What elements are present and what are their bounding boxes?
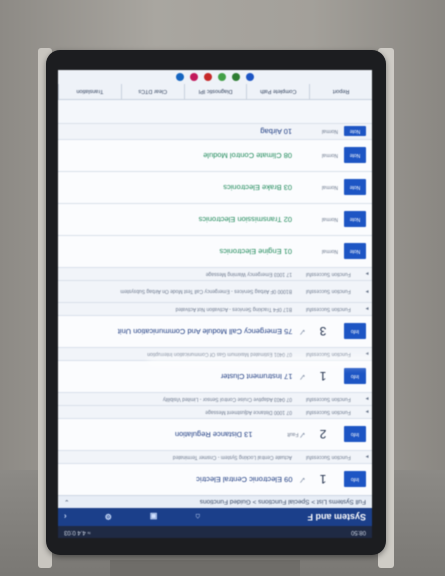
- info-button[interactable]: Info: [344, 471, 366, 488]
- system-name: 10 Airbag: [260, 127, 292, 136]
- expand-icon[interactable]: ▸: [362, 288, 372, 295]
- bottom-tabs: Report Complete Path Diagnostic IPI Clea…: [58, 83, 372, 100]
- fault-status: Function Successful: [306, 288, 351, 295]
- breadcrumb: Full Systems List > Special Functions > …: [58, 495, 372, 508]
- info-button[interactable]: Info: [344, 368, 366, 385]
- blue-app-icon[interactable]: [246, 73, 254, 81]
- fault-text: 07 0403 Adaptive Cruise Control Sensor -…: [162, 396, 292, 402]
- expand-icon[interactable]: ▸: [362, 454, 372, 461]
- fault-status: Function Successful: [306, 306, 351, 312]
- note-button[interactable]: Note: [344, 211, 366, 228]
- info-button[interactable]: Info: [344, 323, 366, 340]
- fault-text: B17 0F4 Tracking Services - Activation N…: [175, 306, 292, 312]
- fault-text: B1000 0F Airbag Services - Emergency Cal…: [120, 288, 292, 295]
- fault-row[interactable]: ▸ Function Successful B1000 0F Airbag Se…: [58, 280, 372, 302]
- system-name: 03 Brake Electronics: [223, 183, 292, 192]
- system-name: 13 Distance Regulation: [174, 430, 253, 439]
- system-list: Info 1 ✓ 09 Electronic Central Electric …: [58, 123, 372, 495]
- expand-icon[interactable]: ▸: [362, 409, 372, 416]
- app-title: System and F: [307, 512, 366, 522]
- system-status: Normal: [321, 216, 338, 223]
- note-button[interactable]: Note: [344, 243, 366, 260]
- fault-status: Function Successful: [306, 396, 351, 402]
- fault-level: 3: [319, 324, 327, 339]
- system-status: Normal: [321, 248, 338, 255]
- system-status: Normal: [321, 152, 338, 159]
- system-name: 08 Climate Control Module: [203, 151, 292, 160]
- fault-status: Function Successful: [306, 409, 351, 415]
- expand-icon[interactable]: ▸: [362, 271, 372, 278]
- back-icon[interactable]: ‹: [64, 513, 67, 522]
- fault-status: Function Successful: [306, 454, 351, 460]
- fault-row[interactable]: ▸ Function Successful 07 0403 Adaptive C…: [58, 392, 372, 405]
- fault-text: Actuate Central Locking System - Cnsmer …: [172, 454, 292, 460]
- pink-app-icon[interactable]: [190, 73, 198, 81]
- nav-icons: ⌂ ▣ ⚙ ‹: [64, 513, 200, 522]
- tab-complete-path[interactable]: Complete Path: [246, 83, 310, 99]
- note-button[interactable]: Note: [344, 179, 366, 196]
- system-status: Normal: [321, 128, 338, 135]
- system-status: Normal: [321, 184, 338, 191]
- info-button[interactable]: Info: [344, 426, 366, 443]
- fault-extra: Fault: [287, 431, 299, 438]
- gear-icon[interactable]: ⚙: [105, 513, 112, 522]
- system-row[interactable]: Info 1 ✓ 09 Electronic Central Electric: [58, 463, 372, 495]
- fault-level: 1: [319, 369, 327, 384]
- system-row[interactable]: Note Normal 01 Engine Electronics: [58, 235, 372, 267]
- system-row[interactable]: Note Normal 10 Airbag: [58, 123, 372, 139]
- chevron-down-icon[interactable]: ⌄: [64, 498, 69, 506]
- system-name: 17 Instrument Cluster: [220, 372, 293, 381]
- tab-translation[interactable]: Translation: [58, 83, 121, 99]
- expand-icon[interactable]: ▸: [362, 306, 372, 313]
- tab-diagnostic[interactable]: Diagnostic IPI: [183, 83, 247, 99]
- system-row[interactable]: Info 3 ✓ 75 Emergency Call Module And Co…: [58, 315, 372, 347]
- system-row[interactable]: Note Normal 02 Transmission Electronics: [58, 203, 372, 235]
- screen-glare: [148, 356, 372, 366]
- note-button[interactable]: Note: [344, 147, 366, 164]
- bottom-toolbar: [58, 70, 372, 84]
- tab-report[interactable]: Report: [309, 83, 372, 99]
- car-icon[interactable]: ▣: [150, 513, 158, 522]
- tab-clear-dtcs[interactable]: Clear DTCs: [120, 83, 184, 99]
- system-name: 75 Emergency Call Module And Communicati…: [117, 327, 293, 336]
- system-name: 09 Electronic Central Electric: [196, 475, 293, 484]
- fault-status: Function Successful: [306, 271, 351, 277]
- system-name: 01 Engine Electronics: [219, 247, 292, 256]
- system-row[interactable]: Info 2 ✓ Fault 13 Distance Regulation: [58, 418, 372, 450]
- status-bar: 08:50 ≈ 4.4 0:03: [58, 526, 372, 538]
- system-row[interactable]: Note Normal 03 Brake Electronics: [58, 171, 372, 203]
- breadcrumb-text: Full Systems List > Special Functions > …: [199, 498, 366, 506]
- fault-level: 2: [319, 427, 327, 442]
- system-row[interactable]: Note Normal 08 Climate Control Module: [58, 139, 372, 171]
- fault-row[interactable]: ▸ Function Successful B17 0F4 Tracking S…: [58, 302, 372, 315]
- fault-row[interactable]: ▸ Function Successful 07 1000 Distance A…: [58, 405, 372, 418]
- note-button[interactable]: Note: [344, 126, 366, 137]
- green-app-icon[interactable]: [232, 73, 240, 81]
- status-right: ≈ 4.4 0:03: [64, 529, 91, 535]
- app-title-bar: System and F ⌂ ▣ ⚙ ‹: [58, 508, 372, 526]
- upside-down-app: 08:50 ≈ 4.4 0:03 System and F ⌂ ▣ ⚙ ‹ Fu…: [58, 70, 372, 538]
- check-icon: ✓: [298, 327, 306, 337]
- blue-app-icon[interactable]: [176, 73, 184, 81]
- fault-text: 17 1003 Emergency Warning Message: [205, 271, 292, 277]
- fault-text: 07 1000 Distance Adjustment Message: [205, 409, 292, 415]
- tablet-screen: 08:50 ≈ 4.4 0:03 System and F ⌂ ▣ ⚙ ‹ Fu…: [58, 70, 372, 538]
- check-icon: ✓: [298, 430, 306, 440]
- check-icon: ✓: [298, 372, 306, 382]
- mount-foot: [110, 560, 300, 576]
- system-name: 02 Transmission Electronics: [198, 215, 292, 224]
- fault-level: 1: [319, 472, 327, 487]
- check-icon: ✓: [298, 475, 306, 485]
- home-icon[interactable]: ⌂: [195, 513, 200, 522]
- status-time: 08:50: [350, 529, 366, 535]
- expand-icon[interactable]: ▸: [362, 396, 372, 403]
- red-app-icon[interactable]: [204, 73, 212, 81]
- green-app-icon[interactable]: [218, 73, 226, 81]
- fault-row[interactable]: ▸ Function Successful Actuate Central Lo…: [58, 450, 372, 463]
- fault-row[interactable]: ▸ Function Successful 17 1003 Emergency …: [58, 267, 372, 280]
